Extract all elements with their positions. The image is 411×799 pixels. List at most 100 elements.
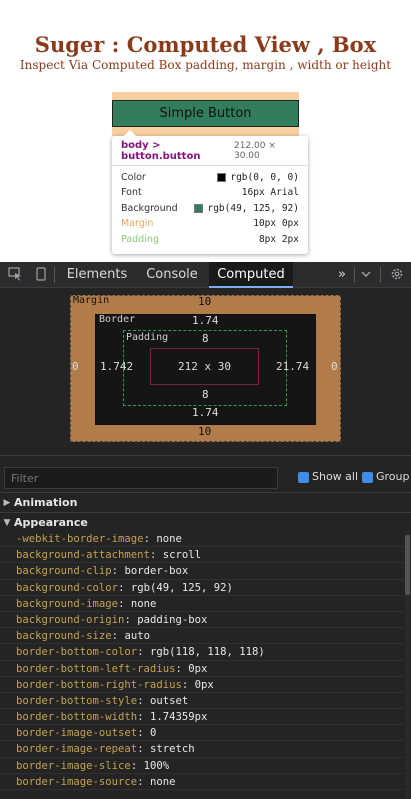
property-value: auto [124, 630, 150, 643]
color-swatch [217, 172, 227, 182]
computed-property-row[interactable]: background-size: auto [0, 628, 404, 645]
property-name: border-bottom-left-radius [16, 662, 176, 675]
tooltip-row: Background rgb(49, 125, 92) [121, 201, 299, 215]
section-animation-label: Animation [14, 496, 78, 509]
property-value: 0px [194, 678, 214, 691]
expanded-triangle-icon: ▼ [3, 517, 11, 528]
show-all-checkbox[interactable] [298, 472, 309, 483]
computed-property-row[interactable]: border-bottom-width: 1.74359px [0, 709, 404, 726]
margin-bottom-value[interactable]: 10 [198, 425, 211, 438]
padding-top-value[interactable]: 8 [202, 332, 209, 345]
property-colon: : [175, 662, 189, 675]
property-value: rgb(118, 118, 118) [149, 646, 265, 659]
property-colon: : [118, 581, 131, 594]
section-animation[interactable]: ▶ Animation [0, 493, 411, 512]
margin-label: Margin [73, 295, 110, 306]
property-name: border-image-slice [16, 759, 131, 772]
content-size-value[interactable]: 212 x 30 [178, 360, 231, 373]
filter-input[interactable] [4, 467, 278, 489]
tooltip-row-value-text: 16px Arial [241, 187, 299, 199]
computed-property-row[interactable]: border-image-repeat: stretch [0, 741, 404, 758]
tooltip-divider [112, 165, 308, 166]
tab-elements[interactable]: Elements [62, 262, 132, 288]
scrollbar-thumb[interactable] [405, 535, 410, 595]
tooltip-row-value-text: rgb(0, 0, 0) [230, 171, 299, 183]
tab-console[interactable]: Console [140, 262, 204, 288]
devtools-tabbar: Elements Console Computed » [0, 262, 411, 288]
property-name: border-image-repeat [16, 743, 138, 756]
tooltip-row-label: Padding [121, 233, 159, 245]
tooltip-selector: body > button.button [121, 140, 201, 162]
property-name: border-image-source [16, 775, 138, 788]
simple-button[interactable]: Simple Button [112, 100, 299, 127]
property-colon: : [181, 678, 195, 691]
tooltip-row-value-text: 8px 2px [258, 233, 299, 245]
border-left-value[interactable]: 1.742 [100, 360, 133, 373]
tooltip-row-value: 8px 2px [259, 234, 299, 245]
box-model-diagram: Margin 10 10 0 0 Border 1.74 1.74 1.742 … [0, 289, 411, 455]
property-colon: : [111, 565, 125, 578]
computed-property-row[interactable]: border-image-outset: 0 [0, 725, 404, 742]
property-name: background-attachment [16, 549, 150, 562]
section-appearance[interactable]: ▼ Appearance [0, 513, 411, 532]
tooltip-dimensions: 212.00 × 30.00 [233, 141, 276, 161]
computed-property-row[interactable]: background-attachment: scroll [0, 547, 404, 564]
property-name: border-bottom-right-radius [16, 678, 182, 691]
property-colon: : [130, 759, 144, 772]
computed-property-row[interactable]: border-bottom-left-radius: 0px [0, 661, 404, 677]
button-margin-overlay-top [112, 92, 299, 100]
property-colon: : [111, 630, 125, 643]
tooltip-row: Margin 10px 0px [121, 217, 299, 231]
inspect-tooltip: body > button.button 212.00 × 30.00 Colo… [112, 130, 308, 254]
show-all-label: Show all [312, 470, 359, 483]
computed-property-row[interactable]: border-image-slice: 100% [0, 758, 404, 774]
computed-property-row[interactable]: background-origin: padding-box [0, 612, 404, 629]
property-name: border-bottom-style [16, 694, 138, 707]
border-label: Border [99, 314, 136, 325]
computed-property-row[interactable]: -webkit-border-image: none [0, 531, 404, 548]
property-value: outset [149, 694, 189, 707]
computed-property-row[interactable]: background-color: rgb(49, 125, 92) [0, 580, 404, 596]
filter-row: Show all Group [0, 463, 411, 491]
property-value: 1.74359px [149, 711, 208, 724]
property-name: background-image [16, 597, 119, 610]
computed-property-row[interactable]: border-bottom-right-radius: 0px [0, 677, 404, 693]
border-bottom-value[interactable]: 1.74 [192, 406, 219, 419]
property-colon: : [137, 743, 150, 756]
property-value: none [156, 533, 182, 545]
property-colon: : [137, 694, 150, 707]
property-name: background-size [16, 630, 112, 643]
property-colon: : [137, 775, 150, 788]
device-icon[interactable] [34, 267, 48, 281]
border-top-value[interactable]: 1.74 [192, 314, 219, 327]
computed-property-row[interactable]: background-image: none [0, 596, 404, 612]
border-right-value[interactable]: 21.74 [276, 360, 309, 373]
computed-property-row[interactable]: border-image-source: none [0, 774, 404, 790]
tooltip-row-label: Font [121, 187, 142, 199]
property-value: border-box [124, 565, 189, 578]
chevron-down-icon[interactable] [359, 267, 373, 281]
tabbar-separator [54, 267, 55, 283]
padding-bottom-value[interactable]: 8 [202, 388, 209, 401]
tooltip-row: Color rgb(0, 0, 0) [121, 170, 299, 184]
tooltip-row-value: rgb(49, 125, 92) [194, 203, 299, 214]
margin-left-value[interactable]: 0 [72, 360, 79, 373]
computed-property-row[interactable]: border-bottom-style: outset [0, 693, 404, 710]
inspect-icon[interactable] [8, 267, 22, 281]
computed-property-row[interactable]: border-bottom-color: rgb(118, 118, 118) [0, 644, 404, 661]
more-tabs-icon[interactable]: » [334, 262, 350, 288]
margin-right-value[interactable]: 0 [331, 360, 338, 373]
computed-properties-list: -webkit-border-image: none background-att… [0, 531, 404, 790]
gear-icon[interactable] [390, 267, 404, 281]
tabbar-separator-right2 [380, 267, 381, 283]
page-subtitle: Inspect Via Computed Box padding, margin… [19, 58, 392, 72]
group-checkbox[interactable] [362, 472, 373, 483]
tabbar-separator-right [354, 267, 355, 283]
margin-top-value[interactable]: 10 [198, 295, 211, 308]
property-name: background-origin [16, 613, 125, 626]
computed-property-row[interactable]: background-clip: border-box [0, 563, 404, 580]
property-value: 0 [149, 727, 157, 740]
tooltip-row-value-text: rgb(49, 125, 92) [207, 202, 299, 214]
tab-computed[interactable]: Computed [209, 262, 293, 288]
property-value: 0px [188, 662, 208, 675]
